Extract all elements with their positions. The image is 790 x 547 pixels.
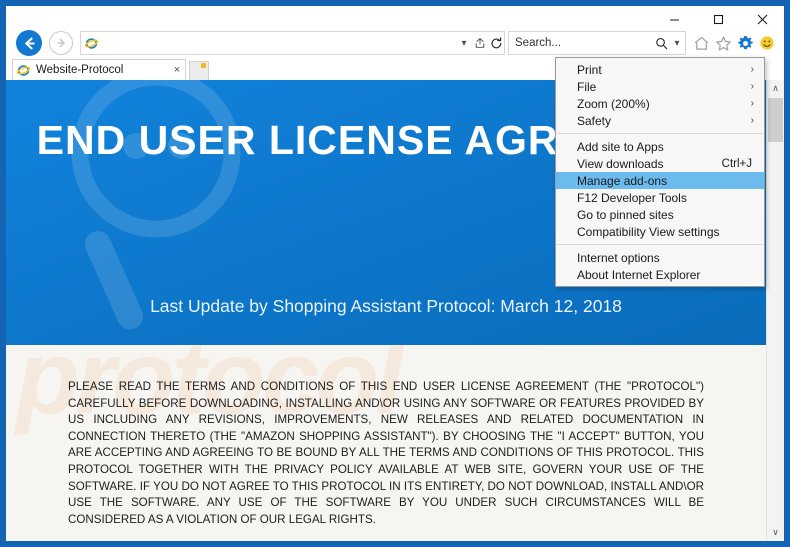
menu-item-view-downloads[interactable]: View downloads Ctrl+J (556, 155, 764, 172)
back-button[interactable] (16, 30, 42, 56)
menu-item-label: Internet options (577, 250, 660, 265)
menu-item-label: Add site to Apps (577, 139, 664, 154)
tab-close-icon[interactable]: × (169, 64, 185, 76)
page-subtitle: Last Update by Shopping Assistant Protoc… (150, 296, 622, 316)
tab-title: Website-Protocol (36, 64, 124, 76)
menu-item-add-site-to-apps[interactable]: Add site to Apps (556, 138, 764, 155)
scroll-down-arrow-icon[interactable]: ∨ (767, 524, 784, 541)
submenu-chevron-right-icon: › (750, 81, 754, 92)
menu-item-label: Go to pinned sites (577, 207, 674, 222)
menu-item-go-to-pinned-sites[interactable]: Go to pinned sites (556, 206, 764, 223)
menu-item-label: Print (577, 62, 602, 77)
menu-item-about-internet-explorer[interactable]: About Internet Explorer (556, 266, 764, 283)
submenu-chevron-right-icon: › (750, 115, 754, 126)
menu-item-internet-options[interactable]: Internet options (556, 249, 764, 266)
tab-favicon-icon (17, 64, 30, 77)
compatibility-view-icon[interactable] (472, 33, 488, 53)
menu-item-compatibility-view-settings[interactable]: Compatibility View settings (556, 223, 764, 240)
internet-explorer-favicon-icon (85, 37, 98, 50)
toolbar-icons (690, 31, 778, 55)
menu-item-label: F12 Developer Tools (577, 190, 687, 205)
home-icon[interactable] (690, 31, 712, 55)
menu-item-shortcut: Ctrl+J (721, 157, 752, 170)
refresh-icon[interactable] (488, 33, 504, 53)
browser-window-inner: ▾ Search... ▾ Website-Protocol × END USE… (6, 6, 784, 541)
tools-gear-icon[interactable] (734, 31, 756, 55)
address-dropdown-icon[interactable]: ▾ (456, 33, 472, 53)
menu-item-print[interactable]: Print › (556, 61, 764, 78)
address-bar[interactable]: ▾ (80, 31, 505, 55)
menu-separator (557, 133, 763, 134)
submenu-chevron-right-icon: › (750, 64, 754, 75)
eula-body: protocol PLEASE READ THE TERMS AND CONDI… (6, 345, 766, 541)
search-icon[interactable] (653, 33, 669, 53)
navigation-bar: ▾ Search... ▾ (6, 26, 784, 60)
menu-separator (557, 244, 763, 245)
smiley-feedback-icon[interactable] (756, 31, 778, 55)
search-dropdown-icon[interactable]: ▾ (669, 33, 685, 53)
new-tab-button[interactable] (189, 61, 209, 80)
search-input-text[interactable]: Search... (509, 37, 653, 49)
menu-item-label: Zoom (200%) (577, 96, 650, 111)
scroll-up-arrow-icon[interactable]: ∧ (767, 80, 784, 97)
menu-item-label: View downloads (577, 156, 664, 171)
search-box[interactable]: Search... ▾ (508, 31, 686, 55)
menu-item-zoom-200[interactable]: Zoom (200%) › (556, 95, 764, 112)
menu-item-safety[interactable]: Safety › (556, 112, 764, 129)
eula-paragraph: PLEASE READ THE TERMS AND CONDITIONS OF … (68, 380, 704, 526)
tab-website-protocol[interactable]: Website-Protocol × (12, 59, 186, 80)
menu-item-label: Compatibility View settings (577, 224, 720, 239)
tools-dropdown-menu: Print › File › Zoom (200%) › Safety › Add site t… (555, 57, 765, 287)
submenu-chevron-right-icon: › (750, 98, 754, 109)
menu-item-label: Manage add-ons (577, 173, 668, 188)
menu-item-label: About Internet Explorer (577, 267, 701, 282)
favorites-star-icon[interactable] (712, 31, 734, 55)
scrollbar-thumb[interactable] (768, 98, 783, 142)
menu-item-file[interactable]: File › (556, 78, 764, 95)
menu-item-label: File (577, 79, 597, 94)
menu-item-f12-developer-tools[interactable]: F12 Developer Tools (556, 189, 764, 206)
browser-window: ▾ Search... ▾ Website-Protocol × END USE… (0, 0, 790, 547)
forward-button[interactable] (49, 31, 73, 55)
vertical-scrollbar[interactable]: ∧ ∨ (766, 80, 784, 541)
menu-item-label: Safety (577, 113, 612, 128)
menu-item-manage-add-ons[interactable]: Manage add-ons (556, 172, 764, 189)
